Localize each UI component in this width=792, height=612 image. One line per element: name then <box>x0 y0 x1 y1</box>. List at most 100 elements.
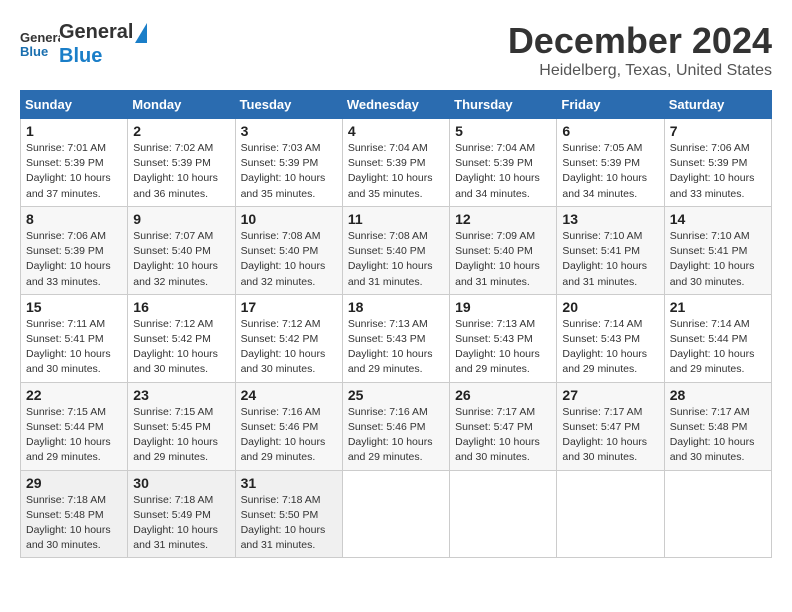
day-number: 26 <box>455 387 551 403</box>
day-info: Sunrise: 7:16 AMSunset: 5:46 PMDaylight:… <box>348 405 444 466</box>
calendar-cell: 24 Sunrise: 7:16 AMSunset: 5:46 PMDaylig… <box>235 382 342 470</box>
calendar-cell: 28 Sunrise: 7:17 AMSunset: 5:48 PMDaylig… <box>664 382 771 470</box>
calendar-body: 1 Sunrise: 7:01 AMSunset: 5:39 PMDayligh… <box>21 119 772 558</box>
day-number: 14 <box>670 211 766 227</box>
weekday-monday: Monday <box>128 91 235 119</box>
calendar-cell: 27 Sunrise: 7:17 AMSunset: 5:47 PMDaylig… <box>557 382 664 470</box>
day-info: Sunrise: 7:18 AMSunset: 5:49 PMDaylight:… <box>133 493 229 554</box>
calendar-cell: 13 Sunrise: 7:10 AMSunset: 5:41 PMDaylig… <box>557 206 664 294</box>
day-info: Sunrise: 7:17 AMSunset: 5:47 PMDaylight:… <box>562 405 658 466</box>
calendar-cell: 2 Sunrise: 7:02 AMSunset: 5:39 PMDayligh… <box>128 119 235 207</box>
day-number: 17 <box>241 299 337 315</box>
day-number: 1 <box>26 123 122 139</box>
day-info: Sunrise: 7:14 AMSunset: 5:43 PMDaylight:… <box>562 317 658 378</box>
day-number: 5 <box>455 123 551 139</box>
day-info: Sunrise: 7:08 AMSunset: 5:40 PMDaylight:… <box>241 229 337 290</box>
calendar-week-4: 22 Sunrise: 7:15 AMSunset: 5:44 PMDaylig… <box>21 382 772 470</box>
day-number: 28 <box>670 387 766 403</box>
calendar-cell: 26 Sunrise: 7:17 AMSunset: 5:47 PMDaylig… <box>450 382 557 470</box>
day-info: Sunrise: 7:02 AMSunset: 5:39 PMDaylight:… <box>133 141 229 202</box>
calendar-cell: 11 Sunrise: 7:08 AMSunset: 5:40 PMDaylig… <box>342 206 449 294</box>
calendar-cell: 17 Sunrise: 7:12 AMSunset: 5:42 PMDaylig… <box>235 294 342 382</box>
calendar-cell: 16 Sunrise: 7:12 AMSunset: 5:42 PMDaylig… <box>128 294 235 382</box>
day-info: Sunrise: 7:10 AMSunset: 5:41 PMDaylight:… <box>562 229 658 290</box>
day-info: Sunrise: 7:07 AMSunset: 5:40 PMDaylight:… <box>133 229 229 290</box>
calendar-cell: 9 Sunrise: 7:07 AMSunset: 5:40 PMDayligh… <box>128 206 235 294</box>
day-number: 18 <box>348 299 444 315</box>
calendar-cell: 15 Sunrise: 7:11 AMSunset: 5:41 PMDaylig… <box>21 294 128 382</box>
day-number: 15 <box>26 299 122 315</box>
day-number: 20 <box>562 299 658 315</box>
day-info: Sunrise: 7:16 AMSunset: 5:46 PMDaylight:… <box>241 405 337 466</box>
calendar-cell <box>342 470 449 558</box>
weekday-saturday: Saturday <box>664 91 771 119</box>
calendar-cell: 5 Sunrise: 7:04 AMSunset: 5:39 PMDayligh… <box>450 119 557 207</box>
logo-blue: Blue <box>59 45 102 67</box>
day-info: Sunrise: 7:03 AMSunset: 5:39 PMDaylight:… <box>241 141 337 202</box>
day-info: Sunrise: 7:18 AMSunset: 5:48 PMDaylight:… <box>26 493 122 554</box>
calendar: SundayMondayTuesdayWednesdayThursdayFrid… <box>20 90 772 558</box>
calendar-cell <box>450 470 557 558</box>
calendar-week-2: 8 Sunrise: 7:06 AMSunset: 5:39 PMDayligh… <box>21 206 772 294</box>
day-info: Sunrise: 7:15 AMSunset: 5:44 PMDaylight:… <box>26 405 122 466</box>
day-number: 13 <box>562 211 658 227</box>
day-info: Sunrise: 7:14 AMSunset: 5:44 PMDaylight:… <box>670 317 766 378</box>
logo-icon: General Blue <box>20 22 60 62</box>
day-info: Sunrise: 7:04 AMSunset: 5:39 PMDaylight:… <box>348 141 444 202</box>
calendar-cell: 23 Sunrise: 7:15 AMSunset: 5:45 PMDaylig… <box>128 382 235 470</box>
calendar-cell: 12 Sunrise: 7:09 AMSunset: 5:40 PMDaylig… <box>450 206 557 294</box>
day-number: 6 <box>562 123 658 139</box>
calendar-cell: 21 Sunrise: 7:14 AMSunset: 5:44 PMDaylig… <box>664 294 771 382</box>
day-number: 30 <box>133 475 229 491</box>
weekday-wednesday: Wednesday <box>342 91 449 119</box>
day-info: Sunrise: 7:11 AMSunset: 5:41 PMDaylight:… <box>26 317 122 378</box>
day-info: Sunrise: 7:15 AMSunset: 5:45 PMDaylight:… <box>133 405 229 466</box>
logo: General Blue General Blue <box>20 20 147 68</box>
calendar-cell: 18 Sunrise: 7:13 AMSunset: 5:43 PMDaylig… <box>342 294 449 382</box>
day-info: Sunrise: 7:12 AMSunset: 5:42 PMDaylight:… <box>133 317 229 378</box>
calendar-cell <box>557 470 664 558</box>
day-info: Sunrise: 7:10 AMSunset: 5:41 PMDaylight:… <box>670 229 766 290</box>
logo-general: General <box>59 20 133 44</box>
calendar-cell: 31 Sunrise: 7:18 AMSunset: 5:50 PMDaylig… <box>235 470 342 558</box>
day-number: 27 <box>562 387 658 403</box>
day-number: 31 <box>241 475 337 491</box>
day-number: 4 <box>348 123 444 139</box>
day-info: Sunrise: 7:06 AMSunset: 5:39 PMDaylight:… <box>670 141 766 202</box>
calendar-cell: 7 Sunrise: 7:06 AMSunset: 5:39 PMDayligh… <box>664 119 771 207</box>
calendar-cell: 14 Sunrise: 7:10 AMSunset: 5:41 PMDaylig… <box>664 206 771 294</box>
calendar-cell: 8 Sunrise: 7:06 AMSunset: 5:39 PMDayligh… <box>21 206 128 294</box>
day-info: Sunrise: 7:17 AMSunset: 5:47 PMDaylight:… <box>455 405 551 466</box>
calendar-week-5: 29 Sunrise: 7:18 AMSunset: 5:48 PMDaylig… <box>21 470 772 558</box>
day-number: 9 <box>133 211 229 227</box>
day-info: Sunrise: 7:01 AMSunset: 5:39 PMDaylight:… <box>26 141 122 202</box>
day-info: Sunrise: 7:04 AMSunset: 5:39 PMDaylight:… <box>455 141 551 202</box>
day-number: 2 <box>133 123 229 139</box>
calendar-cell: 4 Sunrise: 7:04 AMSunset: 5:39 PMDayligh… <box>342 119 449 207</box>
title-section: December 2024 Heidelberg, Texas, United … <box>508 20 772 80</box>
day-info: Sunrise: 7:13 AMSunset: 5:43 PMDaylight:… <box>455 317 551 378</box>
day-number: 11 <box>348 211 444 227</box>
weekday-thursday: Thursday <box>450 91 557 119</box>
day-number: 16 <box>133 299 229 315</box>
svg-text:Blue: Blue <box>20 44 48 59</box>
day-info: Sunrise: 7:09 AMSunset: 5:40 PMDaylight:… <box>455 229 551 290</box>
calendar-week-1: 1 Sunrise: 7:01 AMSunset: 5:39 PMDayligh… <box>21 119 772 207</box>
calendar-cell: 19 Sunrise: 7:13 AMSunset: 5:43 PMDaylig… <box>450 294 557 382</box>
calendar-cell: 6 Sunrise: 7:05 AMSunset: 5:39 PMDayligh… <box>557 119 664 207</box>
day-info: Sunrise: 7:08 AMSunset: 5:40 PMDaylight:… <box>348 229 444 290</box>
weekday-tuesday: Tuesday <box>235 91 342 119</box>
calendar-cell <box>664 470 771 558</box>
calendar-cell: 29 Sunrise: 7:18 AMSunset: 5:48 PMDaylig… <box>21 470 128 558</box>
day-number: 10 <box>241 211 337 227</box>
header: General Blue General Blue December 2024 … <box>20 20 772 80</box>
weekday-sunday: Sunday <box>21 91 128 119</box>
calendar-cell: 1 Sunrise: 7:01 AMSunset: 5:39 PMDayligh… <box>21 119 128 207</box>
day-number: 25 <box>348 387 444 403</box>
calendar-cell: 3 Sunrise: 7:03 AMSunset: 5:39 PMDayligh… <box>235 119 342 207</box>
day-info: Sunrise: 7:13 AMSunset: 5:43 PMDaylight:… <box>348 317 444 378</box>
calendar-cell: 20 Sunrise: 7:14 AMSunset: 5:43 PMDaylig… <box>557 294 664 382</box>
weekday-header-row: SundayMondayTuesdayWednesdayThursdayFrid… <box>21 91 772 119</box>
weekday-friday: Friday <box>557 91 664 119</box>
day-number: 8 <box>26 211 122 227</box>
